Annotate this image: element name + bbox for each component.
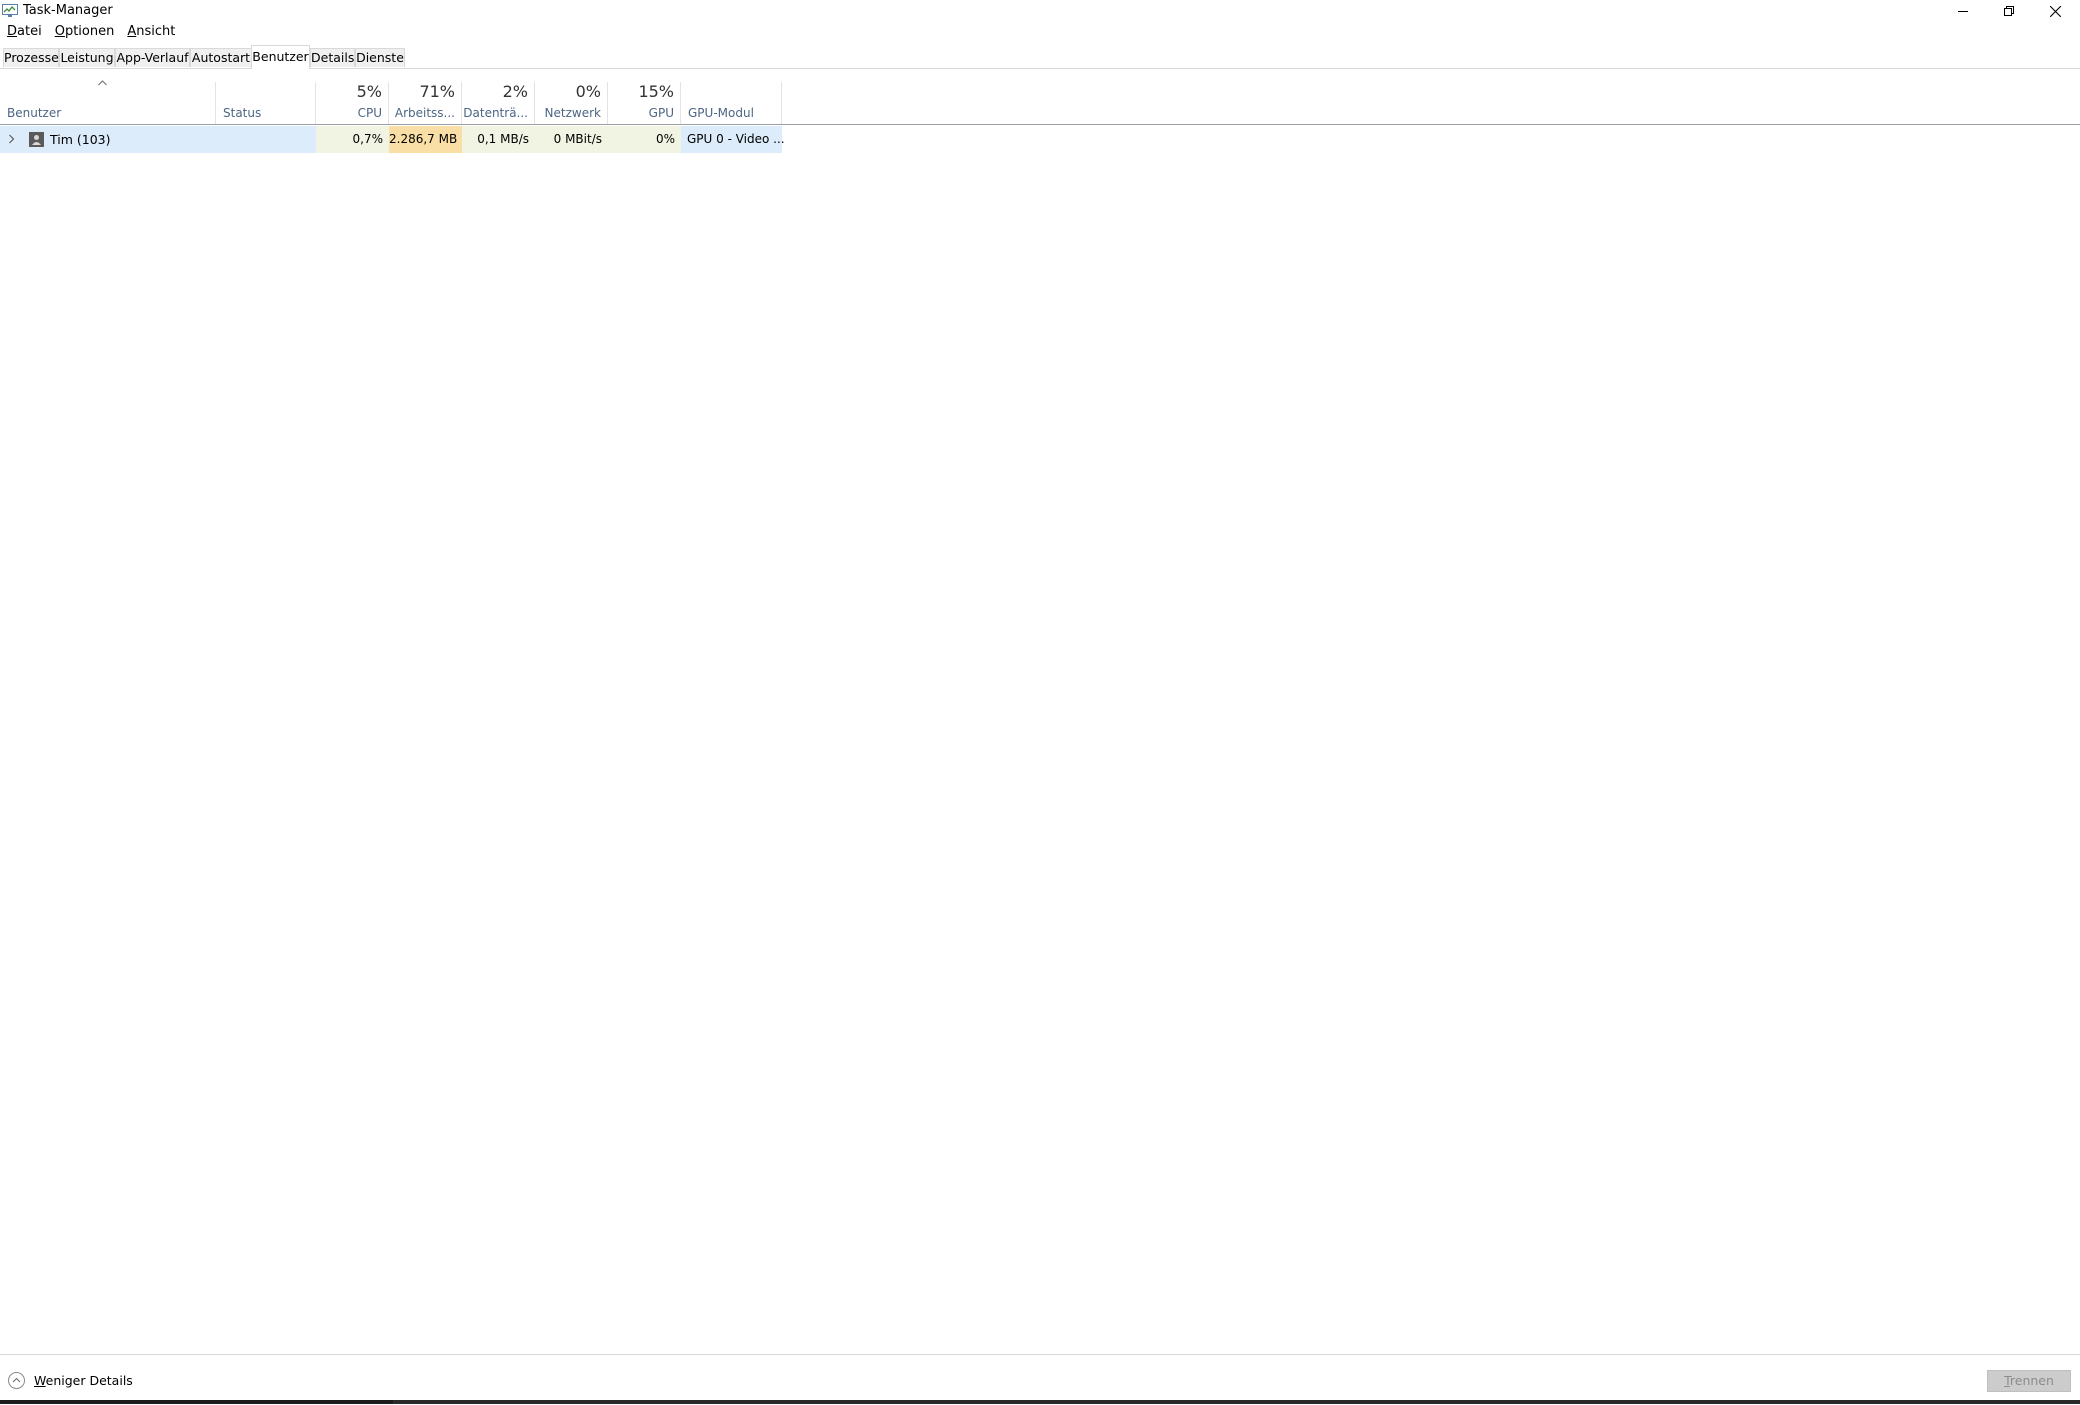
fewer-details-label: eniger Details — [45, 1373, 133, 1388]
chevron-right-icon[interactable] — [8, 134, 15, 144]
menu-options-label: ptionen — [64, 24, 115, 39]
menu-view-mnemonic: A — [127, 24, 137, 39]
task-manager-icon — [2, 4, 18, 17]
menu-file-label: atei — [17, 24, 42, 39]
column-memory-label: Arbeitss... — [394, 106, 455, 120]
sort-ascending-icon — [98, 80, 107, 86]
restore-button[interactable] — [1986, 0, 2032, 22]
column-memory-total: 71% — [419, 82, 455, 101]
tab-app-history[interactable]: App-Verlauf — [115, 48, 190, 67]
menu-view[interactable]: Ansicht — [120, 23, 181, 43]
column-gpu-engine[interactable]: GPU-Modul — [681, 82, 782, 124]
tab-services[interactable]: Dienste — [355, 48, 405, 67]
column-cpu[interactable]: 5% CPU — [316, 82, 389, 124]
footer-bar: Weniger Details Trennen — [0, 1354, 2080, 1405]
column-network[interactable]: 0% Netzwerk — [535, 82, 608, 124]
menu-file-mnemonic: D — [7, 24, 18, 39]
column-gpu-total: 15% — [638, 82, 674, 101]
table-row[interactable]: Tim (103) 0,7% 2.286,7 MB 0,1 MB/s 0 MBi… — [0, 126, 785, 153]
menu-file[interactable]: Datei — [0, 23, 48, 43]
minimize-icon — [1958, 11, 1968, 12]
cell-cpu: 0,7% — [316, 126, 389, 153]
restore-icon — [2004, 6, 2014, 16]
column-status[interactable]: Status — [216, 82, 316, 124]
column-gpu-engine-label: GPU-Modul — [688, 106, 754, 120]
close-icon — [2049, 5, 2061, 17]
menu-view-label: nsicht — [136, 24, 176, 39]
cell-disk: 0,1 MB/s — [462, 126, 535, 153]
column-disk[interactable]: 2% Datenträ... — [462, 82, 535, 124]
column-disk-total: 2% — [502, 82, 528, 101]
column-user[interactable]: Benutzer — [0, 80, 216, 124]
column-status-label: Status — [223, 106, 262, 120]
column-header: Benutzer Status 5% CPU 71% Arbeitss... 2… — [0, 80, 2080, 125]
menu-bar: Datei Optionen Ansicht — [0, 23, 181, 43]
close-button[interactable] — [2032, 0, 2078, 22]
window-title: Task-Manager — [23, 3, 113, 18]
disconnect-button[interactable]: Trennen — [1987, 1370, 2071, 1392]
cell-status — [216, 126, 316, 153]
window-bottom-edge-right — [393, 1400, 2080, 1404]
column-memory[interactable]: 71% Arbeitss... — [389, 82, 462, 124]
cell-memory: 2.286,7 MB — [389, 126, 462, 153]
cell-network: 0 MBit/s — [535, 126, 608, 153]
menu-options-mnemonic: O — [54, 24, 65, 39]
tab-startup[interactable]: Autostart — [190, 48, 252, 67]
tab-strip: Prozesse Leistung App-Verlauf Autostart … — [0, 45, 2080, 69]
tab-users[interactable]: Benutzer — [251, 45, 310, 69]
column-gpu[interactable]: 15% GPU — [608, 82, 681, 124]
column-network-label: Netzwerk — [544, 106, 601, 120]
column-cpu-label: CPU — [357, 106, 382, 120]
column-user-label: Benutzer — [7, 106, 62, 120]
column-network-total: 0% — [575, 82, 601, 101]
menu-options[interactable]: Optionen — [48, 23, 121, 43]
cell-gpu: 0% — [608, 126, 681, 153]
tab-details[interactable]: Details — [310, 48, 355, 67]
fewer-details-mnemonic: W — [34, 1373, 46, 1388]
fewer-details-link[interactable]: Weniger Details — [34, 1372, 133, 1389]
disconnect-label: rennen — [2009, 1373, 2054, 1388]
tab-processes[interactable]: Prozesse — [3, 48, 59, 67]
minimize-button[interactable] — [1940, 0, 1986, 22]
window-bottom-edge — [0, 1400, 393, 1404]
tab-performance[interactable]: Leistung — [59, 48, 115, 67]
chevron-up-circle-icon[interactable] — [8, 1372, 25, 1389]
user-name: Tim (103) — [50, 132, 111, 147]
cell-gpu-engine: GPU 0 - Video ... — [687, 132, 785, 146]
column-cpu-total: 5% — [356, 82, 382, 101]
title-bar: Task-Manager — [0, 0, 2080, 22]
column-gpu-label: GPU — [648, 106, 674, 120]
user-avatar-icon — [29, 132, 44, 147]
column-disk-label: Datenträ... — [463, 106, 528, 120]
